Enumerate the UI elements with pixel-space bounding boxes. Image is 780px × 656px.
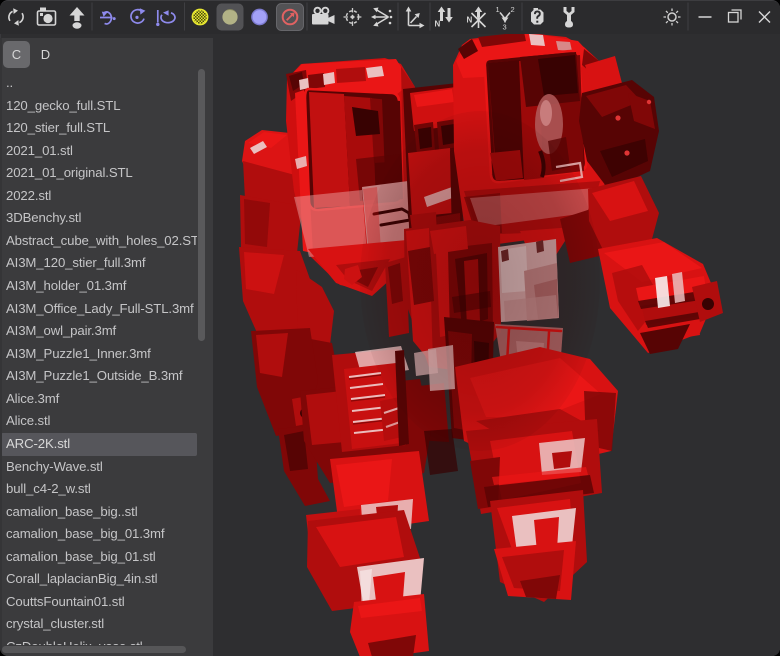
svg-text:N: N bbox=[467, 16, 473, 25]
svg-text:2: 2 bbox=[511, 5, 515, 14]
svg-text:1: 1 bbox=[496, 5, 500, 14]
svg-text:3: 3 bbox=[503, 23, 507, 32]
svg-text:N: N bbox=[435, 20, 441, 29]
